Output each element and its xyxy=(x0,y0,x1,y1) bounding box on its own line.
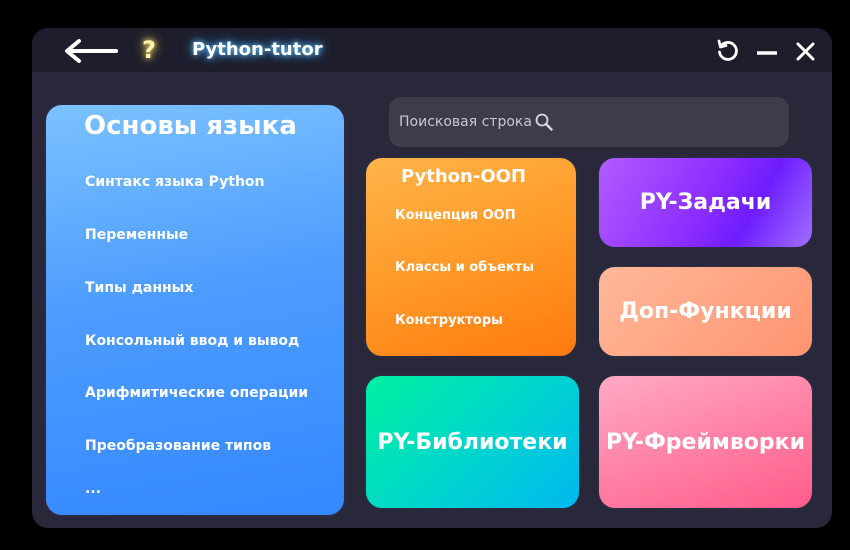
tasks-card[interactable]: PY-Задачи xyxy=(597,156,814,249)
oop-item-classes[interactable]: Классы и объекты xyxy=(395,260,534,275)
search-input[interactable] xyxy=(399,114,534,130)
oop-title: Python-ООП xyxy=(401,166,526,187)
help-button[interactable]: ? xyxy=(136,34,162,66)
arrow-left-icon xyxy=(65,39,118,63)
libraries-card[interactable]: PY-Библиотеки xyxy=(364,374,581,510)
topic-more[interactable]: ... xyxy=(85,481,101,497)
minimize-button[interactable] xyxy=(754,38,780,64)
extra-functions-card[interactable]: Доп-Функции xyxy=(597,265,814,358)
oop-item-concept[interactable]: Концепция ООП xyxy=(395,208,516,223)
topic-variables[interactable]: Переменные xyxy=(85,227,188,243)
extra-functions-label: Доп-Функции xyxy=(619,299,792,324)
topic-data-types[interactable]: Типы данных xyxy=(85,280,193,296)
app-title: Python-tutor xyxy=(192,39,323,60)
back-button[interactable] xyxy=(62,38,118,64)
libraries-label: PY-Библиотеки xyxy=(377,429,568,455)
close-button[interactable] xyxy=(793,38,819,64)
frameworks-label: PY-Фреймворки xyxy=(606,429,805,455)
minimize-icon xyxy=(757,51,777,55)
app-window: ? Python-tutor Основы языка Синтакс язык… xyxy=(32,28,832,528)
search-box[interactable] xyxy=(389,97,789,147)
basics-title: Основы языка xyxy=(84,111,297,141)
topic-syntax[interactable]: Синтакс языка Python xyxy=(85,174,265,190)
oop-item-constructors[interactable]: Конструкторы xyxy=(395,313,503,328)
reload-button[interactable] xyxy=(715,38,741,64)
titlebar: ? Python-tutor xyxy=(32,28,832,72)
frameworks-card[interactable]: PY-Фреймворки xyxy=(597,374,814,510)
topic-type-conversion[interactable]: Преобразование типов xyxy=(85,438,271,454)
topic-arithmetic[interactable]: Арифмитические операции xyxy=(85,385,308,401)
close-icon xyxy=(796,42,815,61)
oop-card[interactable]: Python-ООП Концепция ООП Классы и объект… xyxy=(364,156,578,358)
topic-console-io[interactable]: Консольный ввод и вывод xyxy=(85,333,299,349)
reload-icon xyxy=(717,39,738,61)
tasks-label: PY-Задачи xyxy=(639,190,772,215)
basics-card[interactable]: Основы языка Синтакс языка Python Переме… xyxy=(44,103,346,517)
search-icon xyxy=(535,113,553,131)
